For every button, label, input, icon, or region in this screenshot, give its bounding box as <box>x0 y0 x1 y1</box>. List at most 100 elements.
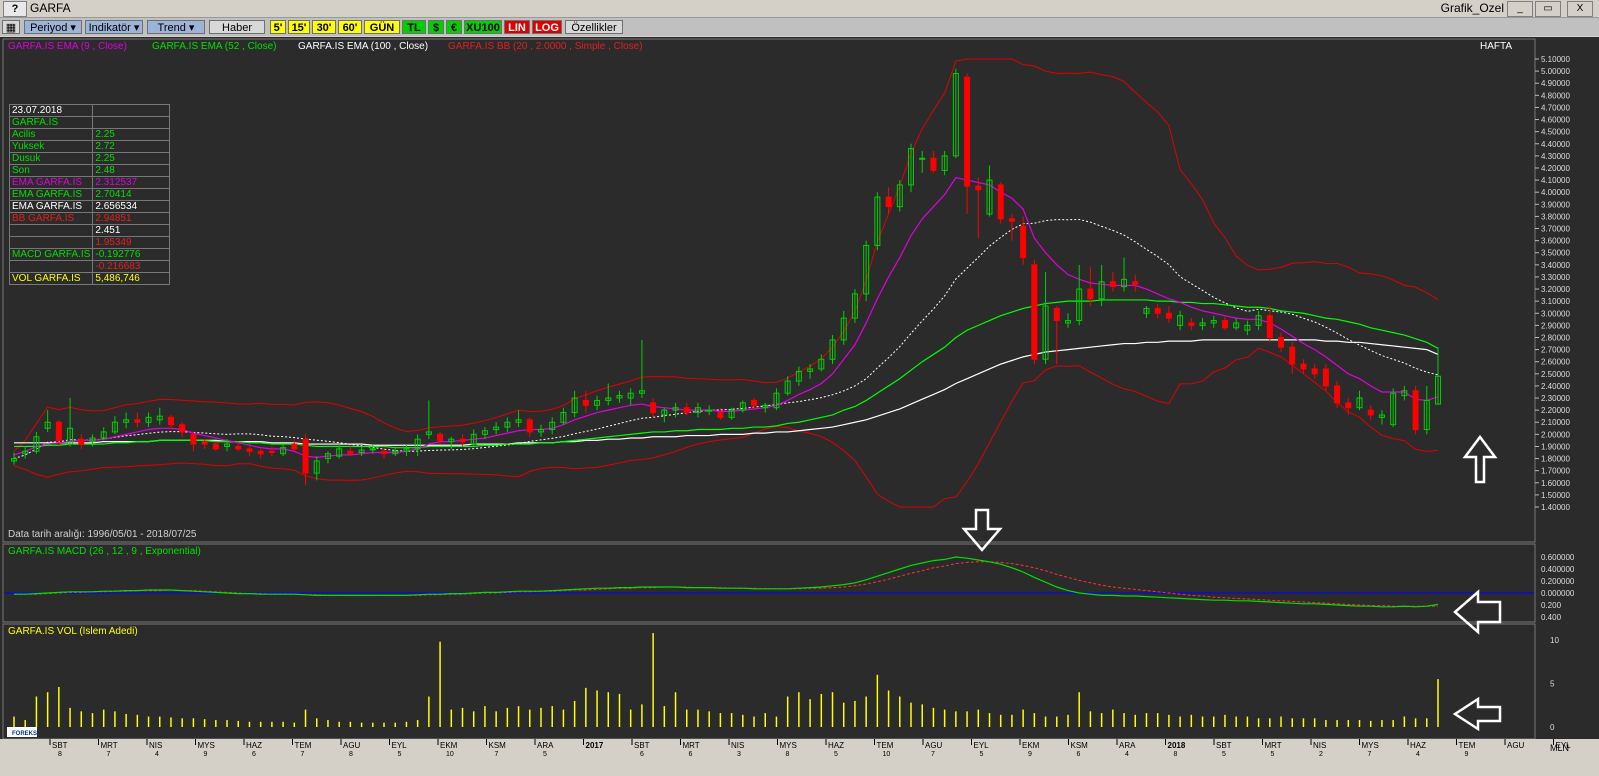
price-axis-label: 2.40000 <box>1541 382 1570 391</box>
info-value: -0.216683 <box>92 260 171 273</box>
candle-body <box>235 445 242 450</box>
time-axis-day: 3 <box>737 751 741 757</box>
price-axis-label: 4.10000 <box>1541 176 1570 185</box>
price-axis-label: 4.00000 <box>1541 188 1570 197</box>
time-axis-month: AGU <box>1507 741 1525 750</box>
time-axis-month: HAZ <box>1410 741 1426 750</box>
info-label: Son <box>8 164 94 177</box>
log-scale-button[interactable]: LOG <box>532 20 562 34</box>
minimize-button[interactable]: _ <box>1507 1 1533 17</box>
time-axis-month: MYS <box>780 741 797 750</box>
candle-body <box>1221 320 1228 329</box>
time-axis-month: ARA <box>537 741 554 750</box>
info-table: 23.07.2018 GARFA.IS Acilis 2.25 Yuksek 2.72 Du… <box>8 104 171 285</box>
time-axis-month: AGU <box>925 741 943 750</box>
periyod-dropdown[interactable]: Periyod ▾ <box>24 20 82 34</box>
ema9-line <box>13 176 1439 458</box>
candle-body <box>1109 281 1116 288</box>
macd-axis-label: 0.600000 <box>1541 553 1575 562</box>
price-axis-label: 3.80000 <box>1541 212 1570 221</box>
legend-ema52: GARFA.IS EMA (52 , Close) <box>152 41 276 52</box>
currency-tl-button[interactable]: TL <box>402 20 426 34</box>
macd-axis-label: 0.400000 <box>1541 565 1575 574</box>
candle-body <box>1132 281 1139 285</box>
price-axis-label: 4.80000 <box>1541 91 1570 100</box>
info-value: 2.72 <box>92 140 171 153</box>
price-axis-label: 2.20000 <box>1541 406 1570 415</box>
candle-body <box>1087 288 1094 300</box>
candle-body <box>134 419 141 423</box>
ozellikler-button[interactable]: Özellikler <box>565 20 623 34</box>
foreks-logo-text: FOREKS <box>12 731 37 737</box>
info-label: Acilis <box>8 128 94 141</box>
trend-dropdown[interactable]: Trend ▾ <box>147 20 205 34</box>
price-axis-label: 2.30000 <box>1541 394 1570 403</box>
time-axis-day: 4 <box>155 751 159 757</box>
price-axis-label: 1.60000 <box>1541 479 1570 488</box>
macd-pane <box>2 543 1536 623</box>
currency-euro-button[interactable]: € <box>446 20 462 34</box>
info-label: BB GARFA.IS <box>8 212 94 225</box>
legend-ema100: GARFA.IS EMA (100 , Close) <box>298 41 428 52</box>
xu100-button[interactable]: XU100 <box>464 20 502 34</box>
time-axis-month: TEM <box>877 741 894 750</box>
price-axis-label: 4.90000 <box>1541 79 1570 88</box>
period-gun-button[interactable]: GÜN <box>364 20 400 34</box>
candle-body <box>1412 390 1419 431</box>
time-axis-day: 5 <box>398 751 402 757</box>
time-axis-day: 7 <box>931 751 935 757</box>
macd-axis-label: 0.000000 <box>1541 589 1575 598</box>
candle-body <box>347 450 354 455</box>
candle-body <box>190 433 197 445</box>
lin-scale-button[interactable]: LIN <box>504 20 530 34</box>
info-value: -0.192776 <box>92 248 171 261</box>
chart-type-icon[interactable]: ▦ <box>2 20 20 34</box>
chart-area[interactable]: GARFA.IS EMA (9 , Close) GARFA.IS EMA (5… <box>0 37 1599 758</box>
candle-body <box>885 196 892 208</box>
indikator-dropdown[interactable]: Indikatör ▾ <box>85 20 143 34</box>
candle-body <box>1367 409 1374 416</box>
volume-axis-label: 0 <box>1550 723 1555 732</box>
info-value: 2.94851 <box>92 212 171 225</box>
price-axis-label: 4.50000 <box>1541 128 1570 137</box>
time-axis-day: 2 <box>1319 751 1323 757</box>
info-row: Yuksek 2.72 <box>8 140 171 153</box>
close-button[interactable]: X <box>1567 1 1593 17</box>
time-axis-day: 5 <box>1222 751 1226 757</box>
period-30-button[interactable]: 30' <box>312 20 336 34</box>
candle-body <box>650 402 657 414</box>
candle-body <box>1031 264 1038 360</box>
price-axis-label: 4.60000 <box>1541 116 1570 125</box>
info-value: 2.451 <box>92 224 171 237</box>
period-5-button[interactable]: 5' <box>270 20 286 34</box>
period-label: HAFTA <box>1480 41 1512 52</box>
period-15-button[interactable]: 15' <box>288 20 310 34</box>
candle-body <box>302 438 309 474</box>
price-axis-label: 4.40000 <box>1541 140 1570 149</box>
maximize-button[interactable]: ▭ <box>1535 1 1561 17</box>
candle-body <box>179 424 186 433</box>
candle-body <box>1322 368 1329 387</box>
time-axis-day: 7 <box>1368 751 1372 757</box>
help-button[interactable]: ? <box>3 1 27 17</box>
time-axis-day: 6 <box>252 751 256 757</box>
time-axis-month: EYL <box>392 741 408 750</box>
time-axis-day: 7 <box>495 751 499 757</box>
time-axis-day: 7 <box>107 751 111 757</box>
price-axis-label: 2.60000 <box>1541 358 1570 367</box>
candle-body <box>526 419 533 433</box>
candle-body <box>1266 315 1273 338</box>
candle-body <box>1020 225 1027 259</box>
up-arrow-icon <box>1462 434 1498 484</box>
macd-axis-label: 0.400 <box>1541 613 1562 622</box>
time-axis-month: MRT <box>683 741 700 750</box>
period-60-button[interactable]: 60' <box>338 20 362 34</box>
price-axis-label: 3.20000 <box>1541 285 1570 294</box>
candle-body <box>55 421 62 441</box>
candle-body <box>167 416 174 426</box>
currency-usd-button[interactable]: $ <box>428 20 444 34</box>
haber-button[interactable]: Haber <box>209 20 265 34</box>
info-row: Acilis 2.25 <box>8 128 171 141</box>
price-chart-svg[interactable]: GARFA.IS EMA (9 , Close) GARFA.IS EMA (5… <box>0 37 1599 758</box>
info-row: Son 2.48 <box>8 164 171 177</box>
